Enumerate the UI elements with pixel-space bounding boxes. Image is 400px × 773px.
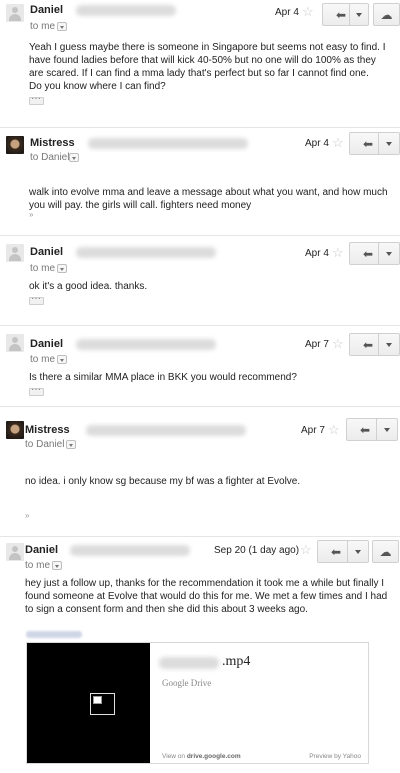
star-icon[interactable]: ☆ [302, 5, 314, 18]
chevron-down-icon [379, 243, 399, 264]
redacted-sender-email [76, 5, 176, 16]
redacted-file-name [159, 657, 219, 669]
redacted-sender-email [70, 545, 190, 556]
star-icon[interactable]: ☆ [300, 543, 312, 556]
more-actions-button[interactable] [378, 242, 400, 265]
message-body: walk into evolve mma and leave a message… [29, 187, 388, 211]
save-to-drive-button[interactable]: ☁ [372, 540, 399, 563]
message-4: Daniel to me Apr 7 ☆ ⬅ Is there a simila… [0, 326, 400, 407]
message-body: Is there a similar MMA place in BKK you … [29, 372, 297, 383]
message-date[interactable]: Apr 7 [301, 425, 325, 436]
more-actions-button[interactable] [378, 333, 400, 356]
recipient-details-toggle[interactable] [57, 355, 67, 364]
sender-name[interactable]: Mistress [25, 424, 70, 436]
message-date[interactable]: Apr 4 [275, 7, 299, 18]
sender-avatar [6, 543, 24, 561]
chevron-down-icon [379, 133, 399, 154]
upload-icon: ☁ [380, 7, 393, 22]
recipient-details-toggle[interactable] [57, 22, 67, 31]
quoted-text-marker: » [25, 511, 30, 520]
more-actions-button[interactable] [378, 132, 400, 155]
star-icon[interactable]: ☆ [328, 423, 340, 436]
redacted-sender-email [88, 138, 248, 149]
sender-avatar [6, 136, 24, 154]
message-5: Mistress to Daniel Apr 7 ☆ ⬅ no idea. i … [0, 407, 400, 537]
message-body-line: Do you know where I can find? [29, 81, 166, 92]
recipient-label: to me [30, 21, 56, 32]
star-icon[interactable]: ☆ [332, 136, 344, 149]
sender-name[interactable]: Daniel [25, 544, 58, 556]
recipient-details-toggle[interactable] [69, 153, 79, 162]
view-on-prefix: View on [162, 753, 187, 760]
quoted-text-marker: » [29, 210, 34, 219]
recipient-details-toggle[interactable] [52, 561, 62, 570]
attachment-file-name[interactable]: .mp4 [222, 654, 250, 670]
recipient-details-toggle[interactable] [57, 264, 67, 273]
message-date[interactable]: Apr 7 [305, 339, 329, 350]
recipient-label: to me [25, 560, 51, 571]
more-actions-button[interactable] [376, 418, 398, 441]
preview-provider-label: Preview by Yahoo [309, 753, 361, 760]
message-1: Daniel to me Apr 4 ☆ ⬅ ☁ Yeah I guess ma… [0, 0, 400, 128]
message-3: Daniel to me Apr 4 ☆ ⬅ ok it's a good id… [0, 236, 400, 326]
chevron-down-icon [377, 419, 397, 440]
sender-name[interactable]: Daniel [30, 338, 63, 350]
sender-name[interactable]: Daniel [30, 4, 63, 16]
star-icon[interactable]: ☆ [332, 246, 344, 259]
view-on-domain: drive.google.com [186, 753, 241, 760]
star-icon[interactable]: ☆ [332, 337, 344, 350]
redacted-sender-email [76, 339, 216, 350]
redacted-sender-email [86, 425, 246, 436]
message-body: no idea. i only know sg because my bf wa… [25, 476, 301, 487]
view-on-drive-link[interactable]: View on drive.google.com [162, 753, 241, 760]
redacted-sender-email [76, 247, 216, 258]
sender-avatar [6, 244, 24, 262]
recipient-label: to me [30, 263, 56, 274]
sender-name[interactable]: Mistress [30, 137, 75, 149]
more-actions-button[interactable] [349, 3, 369, 26]
recipient-label: to me [30, 354, 56, 365]
recipient-details-toggle[interactable] [66, 440, 76, 449]
message-date[interactable]: Sep 20 (1 day ago) [214, 545, 299, 556]
sender-avatar [6, 421, 24, 439]
sender-avatar [6, 334, 24, 352]
video-thumbnail[interactable] [27, 643, 150, 763]
message-body: Yeah I guess maybe there is someone in S… [29, 42, 386, 79]
upload-icon: ☁ [379, 544, 392, 559]
save-to-drive-button[interactable]: ☁ [373, 3, 400, 26]
redacted-attachment-header [26, 631, 82, 638]
sender-avatar [6, 4, 24, 22]
chevron-down-icon [348, 541, 368, 562]
chevron-down-icon [350, 4, 368, 25]
message-date[interactable]: Apr 4 [305, 138, 329, 149]
more-actions-button[interactable] [347, 540, 369, 563]
sender-name[interactable]: Daniel [30, 246, 63, 258]
message-date[interactable]: Apr 4 [305, 248, 329, 259]
show-trimmed-content-button[interactable] [29, 93, 44, 105]
chevron-down-icon [379, 334, 399, 355]
recipient-label: to Daniel [30, 152, 70, 163]
message-body: ok it's a good idea. thanks. [29, 281, 148, 292]
show-trimmed-content-button[interactable] [29, 384, 44, 396]
recipient-label: to Daniel [25, 439, 65, 450]
attachment-card[interactable]: .mp4 Google Drive View on drive.google.c… [26, 642, 369, 764]
message-2: Mistress to Daniel Apr 4 ☆ ⬅ walk into e… [0, 128, 400, 236]
attachment-service-label: Google Drive [162, 678, 212, 688]
broken-image-icon [90, 693, 115, 715]
show-trimmed-content-button[interactable] [29, 293, 44, 305]
message-body: hey just a follow up, thanks for the rec… [25, 578, 388, 615]
